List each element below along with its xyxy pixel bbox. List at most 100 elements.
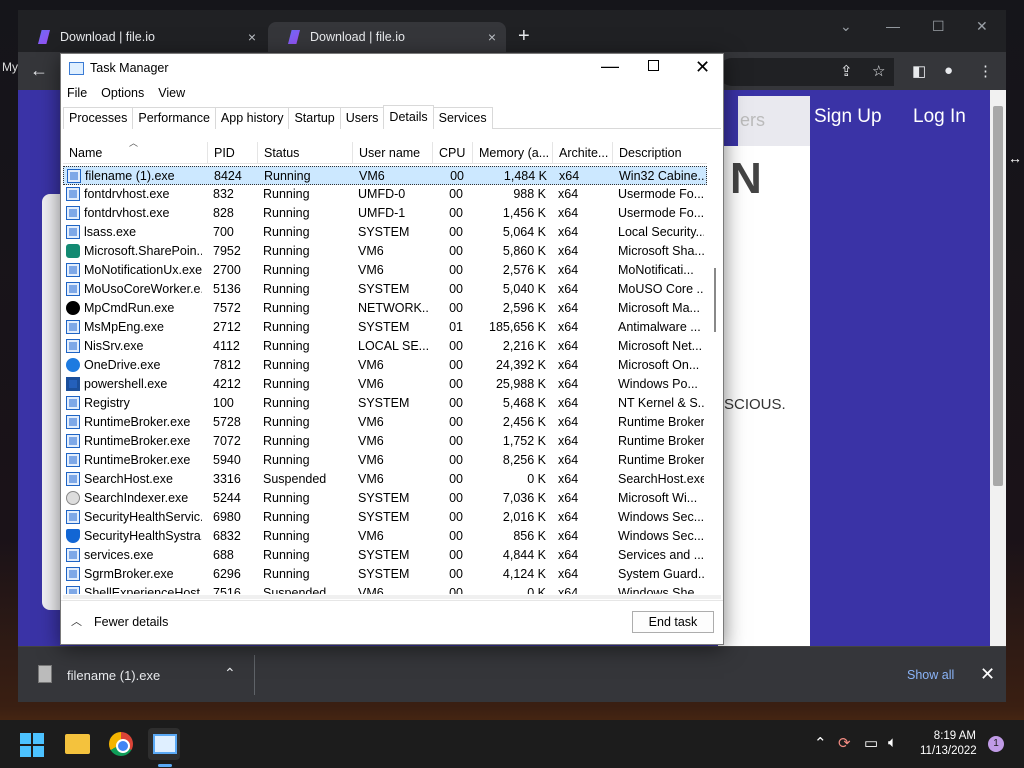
table-row[interactable]: SecurityHealthServic... 6980 Running SYSTEM… (63, 508, 707, 527)
table-row[interactable]: services.exe 688 Running SYSTEM 00 4,844 K x64… (63, 546, 707, 565)
process-icon (66, 377, 80, 391)
menu-file[interactable]: File (67, 86, 87, 100)
table-row[interactable]: MsMpEng.exe 2712 Running SYSTEM 01 185,656 K x… (63, 318, 707, 337)
table-row[interactable]: fontdrvhost.exe 828 Running UMFD-1 00 1,456 K… (63, 204, 707, 223)
column-status[interactable]: Status (257, 142, 352, 164)
chrome-tabbar: Download | file.io × Download | file.io … (18, 10, 1006, 52)
new-tab-button[interactable]: + (518, 26, 530, 46)
table-row[interactable]: SgrmBroker.exe 6296 Running SYSTEM 00 4,124 K… (63, 565, 707, 584)
page-scrollbar[interactable] (990, 90, 1006, 646)
address-bar[interactable] (718, 58, 894, 86)
process-memory: 2,596 K (502, 301, 546, 315)
menu-view[interactable]: View (158, 86, 185, 100)
process-architecture: x64 (558, 187, 579, 201)
column-name[interactable]: ︿ Name (63, 142, 207, 164)
column-user-name[interactable]: User name (352, 142, 432, 164)
close-icon[interactable]: ✕ (695, 57, 710, 78)
process-pid: 5940 (213, 453, 241, 467)
table-row[interactable]: Microsoft.SharePoin... 7952 Running VM6 00 5,… (63, 242, 707, 261)
notification-badge[interactable]: 1 (988, 736, 1004, 752)
chrome-tab-2[interactable]: Download | file.io × (268, 22, 506, 52)
column-architecture[interactable]: Archite... (552, 142, 612, 164)
process-architecture: x64 (559, 169, 580, 183)
maximize-icon[interactable] (648, 60, 659, 71)
tab-close-icon[interactable]: × (248, 29, 256, 45)
maximize-icon[interactable]: ☐ (932, 18, 945, 35)
table-row[interactable]: lsass.exe 700 Running SYSTEM 00 5,064 K x64 Loc… (63, 223, 707, 242)
column-pid[interactable]: PID (207, 142, 257, 164)
table-row[interactable]: NisSrv.exe 4112 Running LOCAL SE... 00 2,216 … (63, 337, 707, 356)
process-architecture: x64 (558, 529, 579, 543)
tab-close-icon[interactable]: × (488, 29, 496, 45)
column-description[interactable]: Description (612, 142, 707, 164)
tab-details[interactable]: Details (383, 105, 434, 129)
process-memory: 5,040 K (502, 282, 546, 296)
table-row[interactable]: powershell.exe 4212 Running VM6 00 25,988 K x6… (63, 375, 707, 394)
minimize-icon[interactable]: — (886, 18, 900, 34)
back-arrow-icon[interactable]: ← (30, 60, 48, 81)
table-row[interactable]: ShellExperienceHost... 7516 Suspended VM6 00… (63, 584, 707, 594)
minimize-icon[interactable]: — (601, 56, 619, 77)
chrome-icon[interactable] (109, 732, 133, 756)
table-row[interactable]: SecurityHealthSystra... 6832 Running VM6 00 8… (63, 527, 707, 546)
volume-icon[interactable]: 🔈︎ (888, 734, 897, 751)
chevron-up-icon[interactable]: ⌃ (224, 665, 236, 682)
tab-services[interactable]: Services (432, 107, 493, 129)
windows-start-icon[interactable] (20, 733, 44, 757)
table-row[interactable]: RuntimeBroker.exe 5940 Running VM6 00 8,256 K… (63, 451, 707, 470)
table-row[interactable]: MoUsoCoreWorker.e... 5136 Running SYSTEM 00 5… (63, 280, 707, 299)
file-explorer-icon[interactable] (65, 734, 90, 754)
table-row[interactable]: filename (1).exe 8424 Running VM6 00 1,484 K x… (63, 166, 707, 185)
bookmark-star-icon[interactable]: ☆ (872, 62, 885, 80)
network-icon[interactable]: ▭ (864, 734, 878, 752)
tab-processes[interactable]: Processes (63, 107, 134, 129)
table-scrollbar-thumb[interactable] (714, 268, 716, 332)
side-panel-icon[interactable]: ◧ (912, 62, 926, 80)
task-manager-taskbar-icon[interactable] (153, 734, 177, 754)
download-item-name[interactable]: filename (1).exe (67, 668, 160, 683)
tab-users[interactable]: Users (339, 107, 385, 129)
page-scrollbar-thumb[interactable] (993, 106, 1003, 486)
table-row[interactable]: Registry 100 Running SYSTEM 00 5,468 K x64 NT K… (63, 394, 707, 413)
profile-avatar-icon[interactable]: ● (944, 62, 953, 79)
table-row[interactable]: RuntimeBroker.exe 7072 Running VM6 00 1,752 K… (63, 432, 707, 451)
menu-options[interactable]: Options (101, 86, 144, 100)
update-sync-icon[interactable]: ⟳ (838, 734, 851, 752)
tab-startup[interactable]: Startup (288, 107, 341, 129)
chevron-up-icon[interactable]: ︿ (71, 613, 82, 629)
chrome-tab-1[interactable]: Download | file.io × (18, 22, 266, 52)
table-row[interactable]: MoNotificationUx.exe 2700 Running VM6 00 2,57… (63, 261, 707, 280)
show-all-link[interactable]: Show all (907, 668, 954, 682)
process-description: SearchHost.exe (618, 472, 704, 486)
end-task-button[interactable]: End task (632, 611, 714, 633)
table-row[interactable]: MpCmdRun.exe 7572 Running NETWORK... 00 2,596… (63, 299, 707, 318)
share-icon[interactable]: ⇪ (840, 62, 853, 80)
table-row[interactable]: OneDrive.exe 7812 Running VM6 00 24,392 K x64 M… (63, 356, 707, 375)
tab-app-history[interactable]: App history (214, 107, 290, 129)
tab-search-chevron-icon[interactable]: ⌄ (840, 18, 852, 35)
column-cpu[interactable]: CPU (432, 142, 472, 164)
process-cpu: 00 (449, 510, 463, 524)
chevron-up-icon[interactable]: ⌃ (814, 734, 827, 752)
table-scrollbar[interactable] (709, 142, 721, 594)
table-row[interactable]: SearchIndexer.exe 5244 Running SYSTEM 00 7,03… (63, 489, 707, 508)
close-icon[interactable]: ✕ (976, 18, 988, 35)
process-icon (66, 282, 80, 296)
ad-banner[interactable]: ers (738, 96, 810, 146)
column-memory[interactable]: Memory (a... (472, 142, 552, 164)
process-memory: 1,456 K (502, 206, 546, 220)
process-user: VM6 (358, 244, 384, 258)
table-row[interactable]: fontdrvhost.exe 832 Running UMFD-0 00 988 K x6… (63, 185, 707, 204)
signup-link[interactable]: Sign Up (814, 106, 882, 128)
table-row[interactable]: SearchHost.exe 3316 Suspended VM6 00 0 K x64 Se… (63, 470, 707, 489)
system-clock[interactable]: 8:19 AM 11/13/2022 (920, 729, 977, 759)
process-description: Microsoft Wi... (618, 491, 698, 505)
task-manager-titlebar[interactable]: Task Manager — ✕ (61, 54, 723, 84)
fewer-details-link[interactable]: Fewer details (94, 615, 168, 629)
more-menu-icon[interactable]: ⋮ (978, 62, 993, 80)
close-shelf-icon[interactable]: ✕ (980, 664, 995, 685)
tab-performance[interactable]: Performance (132, 107, 216, 129)
login-link[interactable]: Log In (913, 106, 966, 128)
table-horizontal-scrollbar[interactable] (63, 595, 721, 599)
table-row[interactable]: RuntimeBroker.exe 5728 Running VM6 00 2,456 K… (63, 413, 707, 432)
